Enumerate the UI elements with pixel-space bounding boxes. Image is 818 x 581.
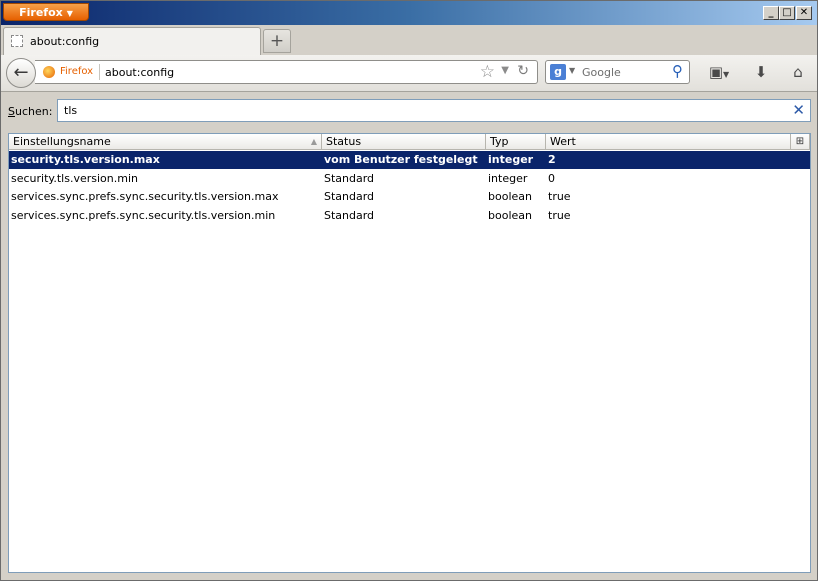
bookmark-star-icon[interactable]: ☆ — [480, 62, 495, 82]
tab-about-config[interactable]: about:config — [3, 27, 261, 55]
title-bar: Firefox ▼ _ □ ✕ — [1, 1, 817, 25]
search-label-accesskey: S — [8, 105, 15, 118]
tab-bar: about:config + — [1, 25, 817, 55]
browser-window: Firefox ▼ _ □ ✕ about:config + Firefox ab… — [0, 0, 818, 581]
column-label: Status — [326, 135, 362, 148]
search-input[interactable]: Google — [582, 66, 621, 79]
table-row[interactable]: security.tls.version.max vom Benutzer fe… — [9, 151, 810, 169]
column-label: Einstellungsname — [13, 135, 111, 148]
pref-value: true — [548, 190, 571, 203]
pref-type: integer — [488, 172, 528, 185]
maximize-button[interactable]: □ — [779, 6, 795, 20]
pref-type: integer — [488, 153, 534, 166]
plus-icon: + — [269, 31, 285, 51]
new-tab-button[interactable]: + — [263, 29, 291, 53]
search-label: Suchen: — [8, 105, 52, 118]
column-label: Typ — [490, 135, 509, 148]
chevron-down-icon: ▼ — [723, 70, 730, 79]
column-header-status[interactable]: Status — [322, 134, 486, 150]
pref-name: security.tls.version.min — [11, 172, 138, 185]
table-row[interactable]: services.sync.prefs.sync.security.tls.ve… — [9, 188, 810, 206]
pref-name: services.sync.prefs.sync.security.tls.ve… — [11, 190, 279, 203]
firefox-logo-icon — [43, 66, 55, 78]
pref-name: services.sync.prefs.sync.security.tls.ve… — [11, 209, 276, 222]
column-picker-icon[interactable]: ⊞ — [791, 134, 810, 150]
column-label: Wert — [550, 135, 576, 148]
tab-label: about:config — [30, 35, 100, 48]
about-config-page: Suchen: tls ✕ Einstellungsname ▲ Status T… — [1, 92, 817, 580]
search-bar[interactable]: g ▼ Google ⚲ — [545, 60, 690, 84]
navigation-toolbar: Firefox about:config ☆ ▼ ↻ ← g ▼ Google … — [1, 55, 817, 92]
home-icon: ⌂ — [793, 63, 803, 81]
identity-label[interactable]: Firefox — [60, 66, 93, 77]
bookmarks-menu-button[interactable]: ▣▼ — [703, 62, 735, 82]
pref-status: Standard — [324, 172, 375, 185]
search-label-text: uchen: — [14, 105, 53, 118]
maximize-icon: □ — [782, 7, 792, 18]
url-input[interactable]: about:config — [105, 66, 174, 79]
pref-status: Standard — [324, 209, 375, 222]
pref-value: 2 — [548, 153, 556, 166]
firefox-menu-button[interactable]: Firefox ▼ — [3, 3, 89, 21]
minimize-icon: _ — [768, 7, 774, 18]
table-header: Einstellungsname ▲ Status Typ Wert ⊞ — [9, 134, 810, 150]
table-row[interactable]: services.sync.prefs.sync.security.tls.ve… — [9, 207, 810, 225]
column-header-type[interactable]: Typ — [486, 134, 546, 150]
back-button[interactable]: ← — [6, 58, 36, 88]
reload-icon[interactable]: ↻ — [517, 63, 529, 79]
url-bar[interactable]: Firefox about:config ☆ ▼ ↻ — [35, 60, 538, 84]
firefox-menu-label: Firefox — [19, 6, 63, 19]
close-icon: ✕ — [799, 7, 809, 18]
pref-name: security.tls.version.max — [11, 153, 160, 166]
table-row[interactable]: security.tls.version.min Standard intege… — [9, 170, 810, 188]
close-window-button[interactable]: ✕ — [796, 6, 812, 20]
filter-input[interactable]: tls ✕ — [57, 99, 811, 122]
column-header-value[interactable]: Wert — [546, 134, 791, 150]
minimize-button[interactable]: _ — [763, 6, 779, 20]
pref-value: true — [548, 209, 571, 222]
preferences-table: Einstellungsname ▲ Status Typ Wert ⊞ secu… — [8, 133, 811, 573]
blank-page-icon — [11, 35, 23, 47]
back-arrow-icon: ← — [13, 62, 29, 83]
magnifier-icon[interactable]: ⚲ — [672, 62, 683, 80]
pref-type: boolean — [488, 190, 532, 203]
downloads-button[interactable]: ⬇ — [749, 62, 773, 82]
engine-dropdown-icon[interactable]: ▼ — [569, 66, 575, 75]
filter-value: tls — [64, 104, 78, 117]
column-header-name[interactable]: Einstellungsname ▲ — [9, 134, 322, 150]
pref-value: 0 — [548, 172, 555, 185]
pref-status: Standard — [324, 190, 375, 203]
clear-icon[interactable]: ✕ — [792, 101, 805, 119]
chevron-down-icon: ▼ — [66, 9, 73, 18]
pref-status: vom Benutzer festgelegt — [324, 153, 478, 166]
home-button[interactable]: ⌂ — [786, 62, 810, 82]
bookmarks-icon: ▣ — [708, 63, 724, 81]
sort-ascending-icon: ▲ — [310, 137, 317, 146]
download-arrow-icon: ⬇ — [754, 63, 768, 81]
pref-type: boolean — [488, 209, 532, 222]
url-separator — [99, 64, 100, 80]
history-dropdown-icon[interactable]: ▼ — [501, 65, 509, 76]
google-g-icon[interactable]: g — [550, 64, 566, 80]
